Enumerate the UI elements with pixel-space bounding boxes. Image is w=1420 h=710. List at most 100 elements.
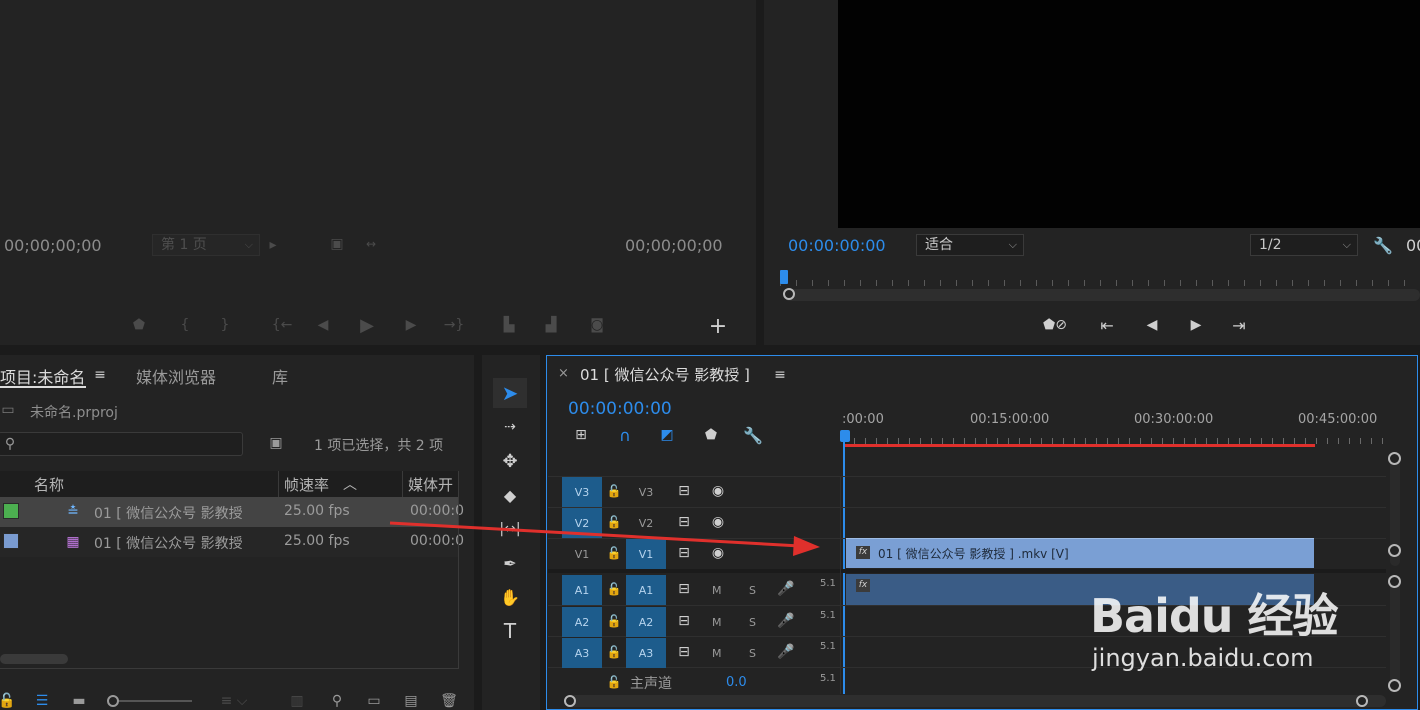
program-timecode-right[interactable]: 00 — [1406, 236, 1420, 255]
type-tool-icon[interactable]: T — [497, 618, 523, 644]
lock-icon[interactable]: 🔓 — [606, 643, 622, 661]
resolution-select[interactable]: 1/2 ⌵ — [1250, 234, 1358, 256]
microphone-icon[interactable]: 🎤 — [777, 580, 794, 598]
nest-icon[interactable]: ⊞ — [570, 425, 592, 445]
go-to-in-icon[interactable]: ⇤ — [1096, 315, 1118, 335]
mute-button[interactable]: M — [712, 616, 722, 629]
sequence-tab[interactable]: 01 [ 微信公众号 影教授 ] — [580, 364, 750, 385]
fx-badge[interactable]: fx — [856, 579, 870, 592]
program-playhead[interactable] — [780, 270, 788, 284]
track-target-a1[interactable]: A1 — [562, 575, 602, 605]
mute-button[interactable]: M — [712, 647, 722, 660]
program-zoom-bar[interactable] — [784, 289, 1420, 301]
fx-badge[interactable]: fx — [856, 546, 870, 559]
program-timecode[interactable]: 00:00:00:00 — [788, 236, 886, 255]
solo-button[interactable]: S — [749, 647, 756, 660]
timeline-zoom-bar[interactable] — [566, 695, 1386, 707]
mark-out-icon[interactable]: } — [216, 316, 234, 334]
track-name-a3[interactable]: A3 — [626, 638, 666, 668]
scroll-handle[interactable] — [1388, 452, 1401, 465]
lock-icon[interactable]: 🔓 — [606, 673, 622, 691]
sequence-timecode[interactable]: 00:00:00:00 — [568, 399, 672, 419]
panel-menu-icon[interactable]: ≡ — [92, 366, 108, 384]
step-forward-icon[interactable]: ▶ — [1186, 316, 1206, 334]
go-to-out-icon[interactable]: →} — [444, 316, 465, 334]
track-name-a2[interactable]: A2 — [626, 607, 666, 637]
automate-icon[interactable]: ▥ — [286, 692, 308, 710]
sort-icon[interactable]: ≡ ⌵ — [214, 692, 254, 710]
track-select-tool-icon[interactable]: ⇢ — [497, 414, 523, 440]
tab-project[interactable]: 项目:未命名 — [0, 364, 85, 388]
ripple-edit-tool-icon[interactable]: ✥ — [497, 448, 523, 474]
work-area-bar[interactable] — [843, 444, 1315, 447]
wrench-icon[interactable]: 🔧 — [1372, 234, 1394, 256]
search-input[interactable] — [0, 432, 243, 456]
go-to-out-icon[interactable]: ⇥ — [1228, 315, 1250, 335]
solo-button[interactable]: S — [749, 584, 756, 597]
column-media-start[interactable]: 媒体开 — [408, 474, 453, 495]
add-marker-icon[interactable]: ⬟ — [700, 425, 722, 445]
scroll-handle[interactable] — [1388, 544, 1401, 557]
hand-tool-icon[interactable]: ✋ — [497, 584, 523, 610]
lock-icon[interactable]: 🔓 — [606, 612, 622, 630]
go-to-in-icon[interactable]: {← — [272, 316, 293, 334]
horizontal-scrollbar[interactable] — [0, 654, 68, 664]
selection-tool-icon[interactable]: ➤ — [497, 380, 523, 406]
overwrite-icon[interactable]: ▟ — [540, 316, 562, 334]
source-timecode-left[interactable]: 00;00;00;00 — [4, 236, 102, 255]
track-name-v3[interactable]: V3 — [626, 477, 666, 507]
label-color-swatch[interactable] — [3, 533, 19, 549]
eye-icon[interactable]: ◉ — [708, 482, 728, 500]
close-tab-icon[interactable]: × — [558, 366, 569, 381]
program-zoom-handle[interactable] — [783, 288, 795, 300]
time-ruler-ticks[interactable] — [843, 432, 1383, 444]
panel-divider[interactable] — [756, 0, 764, 350]
mark-in-icon[interactable]: { — [176, 316, 194, 334]
source-timecode-right[interactable]: 00;00;00;00 — [625, 236, 723, 255]
program-ruler[interactable] — [780, 274, 1420, 286]
icon-view-icon[interactable]: ▬ — [70, 692, 88, 710]
track-name-a1[interactable]: A1 — [626, 575, 666, 605]
microphone-icon[interactable]: 🎤 — [777, 643, 794, 661]
lock-icon[interactable]: 🔓 — [0, 692, 16, 710]
track-target-a2[interactable]: A2 — [562, 607, 602, 637]
marker-icon[interactable]: ⬟⊘ — [1040, 314, 1070, 336]
expand-icon[interactable]: ↔ — [360, 235, 382, 253]
step-back-icon[interactable]: ◀ — [1142, 316, 1162, 334]
panel-menu-icon[interactable]: ≡ — [772, 366, 788, 384]
new-item-icon[interactable]: ▤ — [402, 692, 420, 710]
find-icon[interactable]: ▣ — [266, 434, 286, 452]
track-target-a3[interactable]: A3 — [562, 638, 602, 668]
tab-media-browser[interactable]: 媒体浏览器 — [136, 364, 216, 388]
zoom-slider[interactable] — [112, 700, 192, 702]
playhead-handle[interactable] — [840, 430, 850, 442]
play-icon[interactable]: ▶ — [356, 314, 378, 336]
mute-button[interactable]: M — [712, 584, 722, 597]
column-fps[interactable]: 帧速率 — [284, 474, 329, 495]
page-select[interactable]: 第 1 页 ⌵ — [152, 234, 260, 256]
playhead-line[interactable] — [843, 440, 845, 694]
label-color-swatch[interactable] — [3, 503, 19, 519]
zoom-handle-left[interactable] — [564, 695, 576, 707]
step-back-icon[interactable]: ◀ — [314, 316, 332, 334]
list-view-icon[interactable]: ☰ — [32, 692, 52, 710]
zoom-handle-right[interactable] — [1356, 695, 1368, 707]
step-forward-icon[interactable]: ▶ — [402, 316, 420, 334]
sync-lock-icon[interactable]: ⊟ — [674, 643, 694, 661]
new-bin-icon[interactable]: ▭ — [364, 692, 384, 710]
fit-select[interactable]: 适合 ⌵ — [916, 234, 1024, 256]
sync-lock-icon[interactable]: ⊟ — [674, 612, 694, 630]
scroll-handle[interactable] — [1388, 679, 1401, 692]
export-frame-icon[interactable]: ▣ — [328, 235, 346, 253]
camera-icon[interactable]: ◙ — [586, 316, 608, 334]
add-marker-icon[interactable]: ⬟ — [130, 316, 148, 334]
master-volume-value[interactable]: 0.0 — [726, 675, 747, 690]
column-name[interactable]: 名称 — [34, 474, 64, 495]
lock-icon[interactable]: 🔓 — [606, 580, 622, 598]
linked-selection-icon[interactable]: ◩ — [656, 425, 678, 445]
snap-icon[interactable]: ∩ — [614, 425, 636, 445]
sort-ascending-icon[interactable]: ︿ — [342, 476, 358, 493]
lock-icon[interactable]: 🔓 — [606, 482, 622, 500]
tab-libraries[interactable]: 库 — [272, 364, 288, 388]
microphone-icon[interactable]: 🎤 — [777, 612, 794, 630]
